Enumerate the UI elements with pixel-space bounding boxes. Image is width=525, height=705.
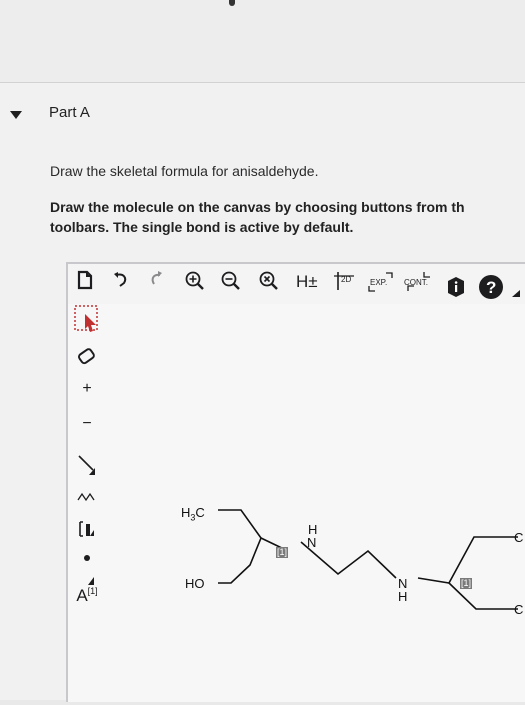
nh-bottom-h-label: H xyxy=(398,589,408,604)
nh-top-n-label: N xyxy=(307,535,317,550)
info-icon[interactable] xyxy=(446,276,466,298)
part-title[interactable]: Part A xyxy=(49,104,90,121)
expand-label: EXP. xyxy=(370,278,387,287)
clean-2d-label: 2D xyxy=(341,275,351,284)
molecule-bonds xyxy=(218,509,518,610)
contract-label: CONT. xyxy=(404,278,428,287)
expand-button[interactable]: EXP. xyxy=(366,270,396,294)
single-bond-icon[interactable] xyxy=(72,452,102,478)
atom-map-tag-1: [1] xyxy=(276,547,289,558)
atom-tool-superscript: [1] xyxy=(87,586,98,596)
template-tool-icon[interactable] xyxy=(72,516,102,542)
atom-tool-label: A xyxy=(76,586,88,605)
carbon-edge-label-top: C xyxy=(514,530,524,545)
decrease-charge-button[interactable]: − xyxy=(72,415,102,433)
clean-2d-button[interactable]: 2D xyxy=(332,270,356,292)
eraser-icon[interactable] xyxy=(72,348,102,366)
carbon-edge-label-bottom: C xyxy=(514,602,524,617)
new-document-icon[interactable] xyxy=(76,270,94,290)
atom-tool-button[interactable]: A [1] xyxy=(72,586,102,606)
top-bar xyxy=(0,0,525,83)
undo-icon[interactable] xyxy=(112,270,130,290)
methyl-h: H xyxy=(181,505,191,520)
redo-icon[interactable] xyxy=(148,270,166,290)
zoom-in-icon[interactable] xyxy=(184,270,206,292)
increase-charge-button[interactable]: + xyxy=(72,380,102,398)
instruction-line-1: Draw the molecule on the canvas by choos… xyxy=(50,199,465,215)
top-handle xyxy=(229,0,235,6)
drawing-canvas[interactable] xyxy=(106,304,525,700)
svg-text:?: ? xyxy=(486,278,496,297)
zoom-out-icon[interactable] xyxy=(220,270,242,292)
methyl-group-label: H3C xyxy=(181,505,205,523)
collapse-caret-icon[interactable] xyxy=(10,111,22,119)
atom-map-tag-2: [1] xyxy=(460,578,473,589)
instruction-line-2: toolbars. The single bond is active by d… xyxy=(50,219,354,235)
contract-button[interactable]: CONT. xyxy=(402,270,434,294)
chain-tool-icon[interactable] xyxy=(72,488,102,504)
zoom-reset-icon[interactable] xyxy=(258,270,280,292)
dot-tool-icon[interactable] xyxy=(72,553,102,563)
methyl-c: C xyxy=(195,505,205,520)
select-tool-icon[interactable] xyxy=(72,304,102,336)
help-icon[interactable]: ? xyxy=(478,274,504,300)
hydroxyl-label: HO xyxy=(185,576,205,591)
more-tools-icon[interactable] xyxy=(512,288,525,298)
question-prompt: Draw the skeletal formula for anisaldehy… xyxy=(50,163,319,179)
toggle-hydrogens-button[interactable]: H± xyxy=(296,272,318,292)
